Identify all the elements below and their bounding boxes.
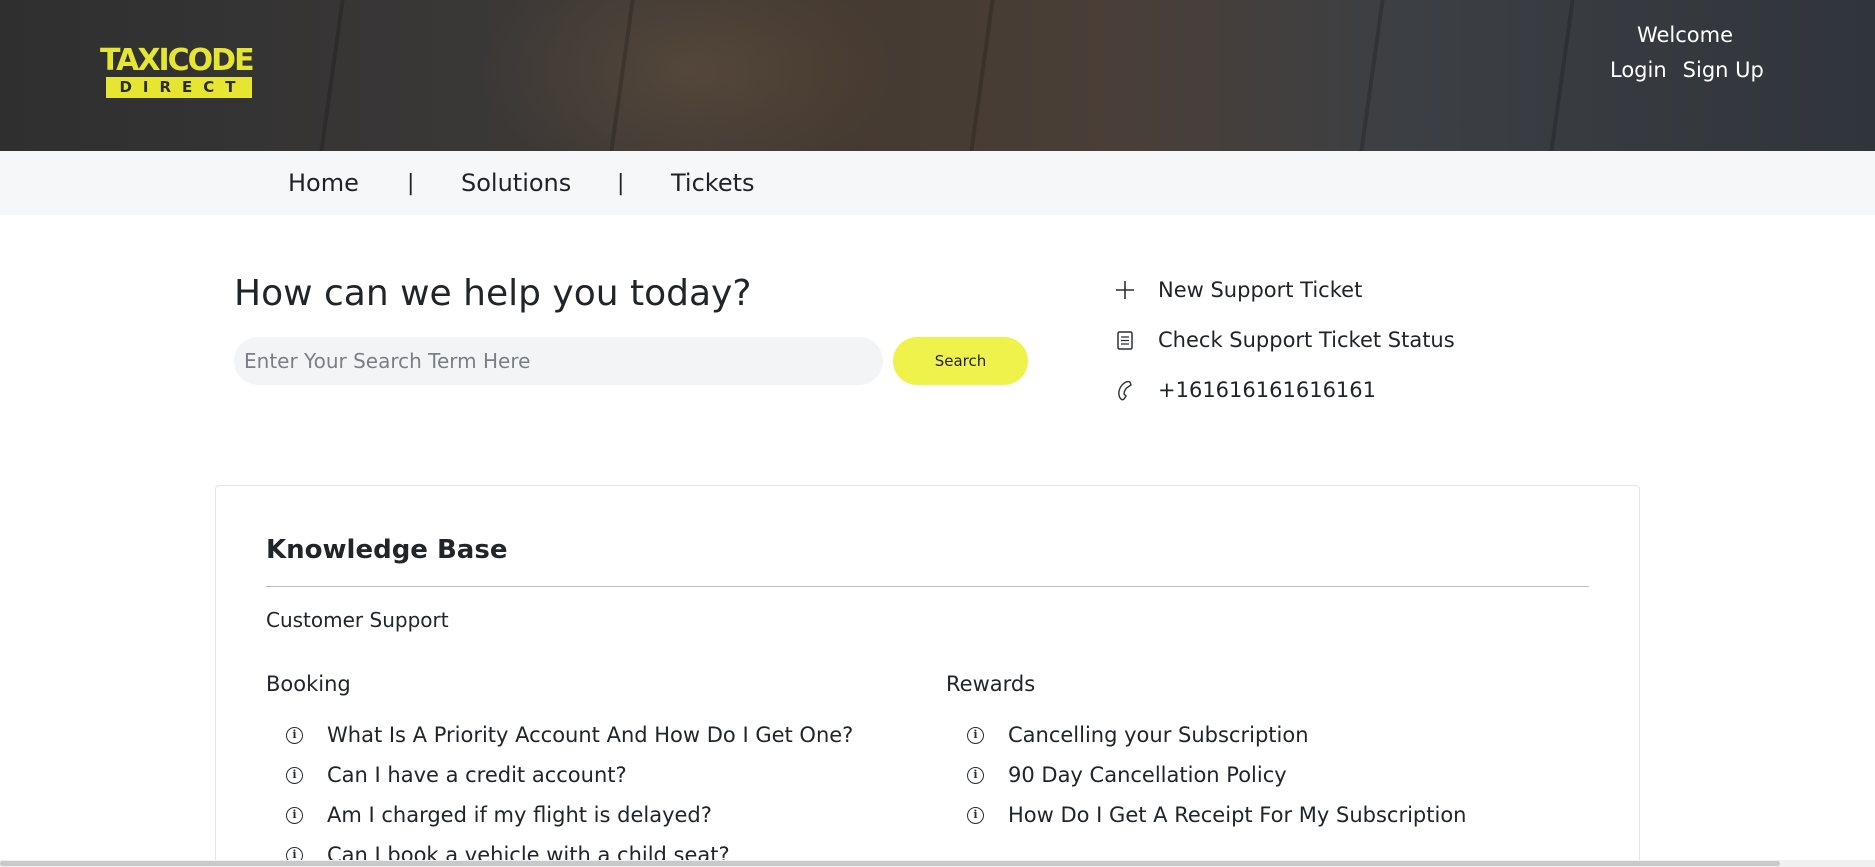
page-title: How can we help you today? <box>234 273 752 314</box>
logo-subtitle: DIRECT <box>106 77 252 98</box>
banner-stripe <box>1549 0 1575 151</box>
welcome-text: Welcome <box>1636 23 1734 47</box>
login-link[interactable]: Login <box>1610 58 1667 82</box>
nav-item-tickets[interactable]: Tickets <box>671 169 755 197</box>
quick-link-label: New Support Ticket <box>1158 278 1363 302</box>
article-title: Cancelling your Subscription <box>1008 723 1309 747</box>
article-title: What Is A Priority Account And How Do I … <box>327 723 854 747</box>
banner-stripe <box>969 0 995 151</box>
check-ticket-status-link[interactable]: Check Support Ticket Status <box>1112 324 1472 356</box>
quick-link-label: Check Support Ticket Status <box>1158 328 1455 352</box>
document-icon <box>1112 327 1138 353</box>
info-icon: i <box>967 806 984 824</box>
info-icon: i <box>967 726 984 744</box>
horizontal-scrollbar[interactable] <box>0 860 1875 867</box>
brand-logo[interactable]: TAXICODE DIRECT <box>100 43 255 100</box>
info-icon: i <box>967 766 984 784</box>
article-title: 90 Day Cancellation Policy <box>1008 763 1287 787</box>
article-link[interactable]: i 90 Day Cancellation Policy <box>967 760 1287 790</box>
signup-link[interactable]: Sign Up <box>1683 58 1764 82</box>
nav-item-home[interactable]: Home <box>288 169 359 197</box>
banner-stripe <box>319 0 345 151</box>
category-title: Customer Support <box>266 608 449 632</box>
article-link[interactable]: i Can I have a credit account? <box>286 760 627 790</box>
info-icon: i <box>286 806 303 824</box>
search-input[interactable] <box>234 337 883 385</box>
nav-item-solutions[interactable]: Solutions <box>461 169 571 197</box>
new-support-ticket-link[interactable]: New Support Ticket <box>1112 274 1472 306</box>
article-title: Can I have a credit account? <box>327 763 627 787</box>
article-link[interactable]: i How Do I Get A Receipt For My Subscrip… <box>967 800 1467 830</box>
quick-link-label: +161616161616161 <box>1158 378 1377 402</box>
article-title: Am I charged if my flight is delayed? <box>327 803 712 827</box>
plus-icon <box>1112 277 1138 303</box>
article-link[interactable]: i Am I charged if my flight is delayed? <box>286 800 712 830</box>
header-banner: TAXICODE DIRECT Welcome Login Sign Up <box>0 0 1875 151</box>
scrollbar-thumb[interactable] <box>0 861 1780 866</box>
info-icon: i <box>286 726 303 744</box>
divider <box>266 586 1589 587</box>
section-heading-booking: Booking <box>266 672 351 696</box>
banner-background <box>480 0 900 151</box>
article-link[interactable]: i What Is A Priority Account And How Do … <box>286 720 853 750</box>
nav-separator: | <box>617 171 625 196</box>
search-button[interactable]: Search <box>893 337 1028 385</box>
auth-links: Login Sign Up <box>1610 58 1764 82</box>
banner-stripe <box>1359 0 1385 151</box>
article-title: How Do I Get A Receipt For My Subscripti… <box>1008 803 1467 827</box>
info-icon: i <box>286 766 303 784</box>
main-nav: Home | Solutions | Tickets <box>0 151 1875 215</box>
support-phone-link[interactable]: +161616161616161 <box>1112 374 1472 406</box>
logo-wordmark: TAXICODE <box>100 43 255 78</box>
knowledge-base-title: Knowledge Base <box>266 535 508 565</box>
section-heading-rewards: Rewards <box>946 672 1036 696</box>
nav-separator: | <box>407 171 415 196</box>
article-link[interactable]: i Cancelling your Subscription <box>967 720 1309 750</box>
phone-icon <box>1112 377 1138 403</box>
